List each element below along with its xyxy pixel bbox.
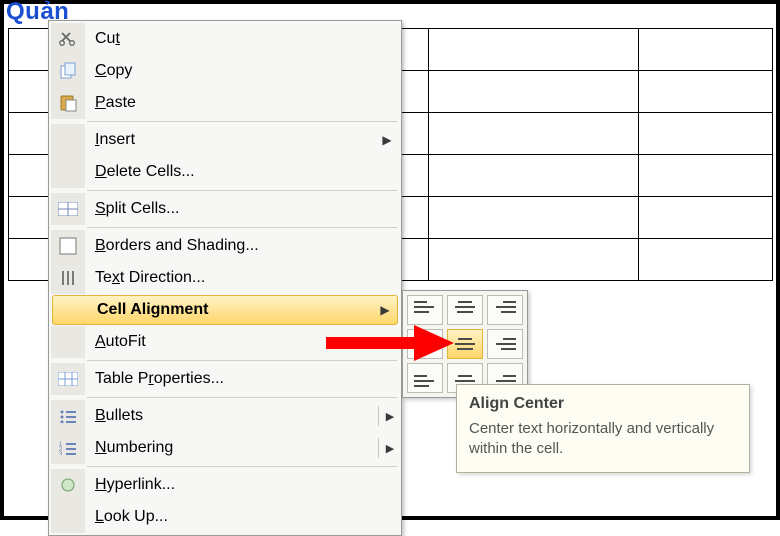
align-top-left-button[interactable] bbox=[407, 295, 443, 325]
text-direction-icon bbox=[51, 262, 85, 294]
split-button-arrow-icon[interactable]: ▶ bbox=[381, 410, 399, 423]
menu-label: Table Properties... bbox=[85, 370, 399, 388]
menu-label: Numbering bbox=[85, 439, 376, 457]
svg-text:3: 3 bbox=[59, 452, 63, 455]
menu-separator bbox=[87, 227, 397, 228]
menu-label: AutoFit bbox=[85, 333, 375, 351]
menu-item-cut[interactable]: Cut bbox=[51, 23, 399, 55]
menu-label: Insert bbox=[85, 131, 375, 149]
menu-item-copy[interactable]: Copy bbox=[51, 55, 399, 87]
split-cells-icon bbox=[51, 193, 85, 225]
split-button-arrow-icon[interactable]: ▶ bbox=[381, 442, 399, 455]
paste-icon bbox=[51, 87, 85, 119]
scissors-icon bbox=[51, 23, 85, 55]
menu-label: Look Up... bbox=[85, 508, 399, 526]
hyperlink-icon bbox=[51, 469, 85, 501]
table-properties-icon bbox=[51, 363, 85, 395]
numbering-icon: 123 bbox=[51, 432, 85, 464]
menu-item-split-cells[interactable]: Split Cells... bbox=[51, 193, 399, 225]
align-center-button[interactable] bbox=[447, 329, 483, 359]
menu-separator bbox=[87, 190, 397, 191]
copy-icon bbox=[51, 55, 85, 87]
menu-item-borders-shading[interactable]: Borders and Shading... bbox=[51, 230, 399, 262]
submenu-arrow-icon: ▶ bbox=[373, 303, 397, 317]
menu-item-cell-alignment[interactable]: Cell Alignment ▶ bbox=[52, 295, 398, 325]
menu-separator bbox=[87, 397, 397, 398]
tooltip-body: Center text horizontally and vertically … bbox=[469, 419, 737, 458]
menu-item-text-direction[interactable]: Text Direction... bbox=[51, 262, 399, 294]
menu-label: Hyperlink... bbox=[85, 476, 399, 494]
menu-item-numbering[interactable]: 123 Numbering ▶ bbox=[51, 432, 399, 464]
menu-item-autofit[interactable]: AutoFit ▶ bbox=[51, 326, 399, 358]
align-top-center-button[interactable] bbox=[447, 295, 483, 325]
menu-label: Text Direction... bbox=[85, 269, 399, 287]
align-bottom-left-button[interactable] bbox=[407, 363, 443, 393]
tooltip-title: Align Center bbox=[469, 395, 737, 413]
menu-label: Bullets bbox=[85, 407, 376, 425]
menu-item-look-up[interactable]: Look Up... bbox=[51, 501, 399, 533]
menu-separator bbox=[87, 466, 397, 467]
align-top-right-button[interactable] bbox=[487, 295, 523, 325]
tooltip: Align Center Center text horizontally an… bbox=[456, 384, 750, 473]
menu-label: Copy bbox=[85, 62, 399, 80]
menu-separator bbox=[87, 360, 397, 361]
menu-label: Cut bbox=[85, 30, 399, 48]
borders-icon bbox=[51, 230, 85, 262]
menu-separator bbox=[87, 121, 397, 122]
align-center-right-button[interactable] bbox=[487, 329, 523, 359]
menu-item-insert[interactable]: Insert ▶ bbox=[51, 124, 399, 156]
menu-item-table-properties[interactable]: Table Properties... bbox=[51, 363, 399, 395]
menu-item-delete-cells[interactable]: Delete Cells... bbox=[51, 156, 399, 188]
submenu-arrow-icon: ▶ bbox=[375, 335, 399, 349]
menu-label: Cell Alignment bbox=[87, 301, 373, 319]
menu-item-paste[interactable]: Paste bbox=[51, 87, 399, 119]
context-menu: Cut Copy Paste Insert ▶ Delete Cells... … bbox=[48, 20, 402, 536]
align-center-left-button[interactable] bbox=[407, 329, 443, 359]
menu-label: Delete Cells... bbox=[85, 163, 399, 181]
bullets-icon bbox=[51, 400, 85, 432]
submenu-arrow-icon: ▶ bbox=[375, 133, 399, 147]
cell-alignment-flyout bbox=[402, 290, 528, 398]
menu-label: Paste bbox=[85, 94, 399, 112]
menu-item-hyperlink[interactable]: Hyperlink... bbox=[51, 469, 399, 501]
menu-label: Split Cells... bbox=[85, 200, 399, 218]
menu-item-bullets[interactable]: Bullets ▶ bbox=[51, 400, 399, 432]
menu-label: Borders and Shading... bbox=[85, 237, 399, 255]
